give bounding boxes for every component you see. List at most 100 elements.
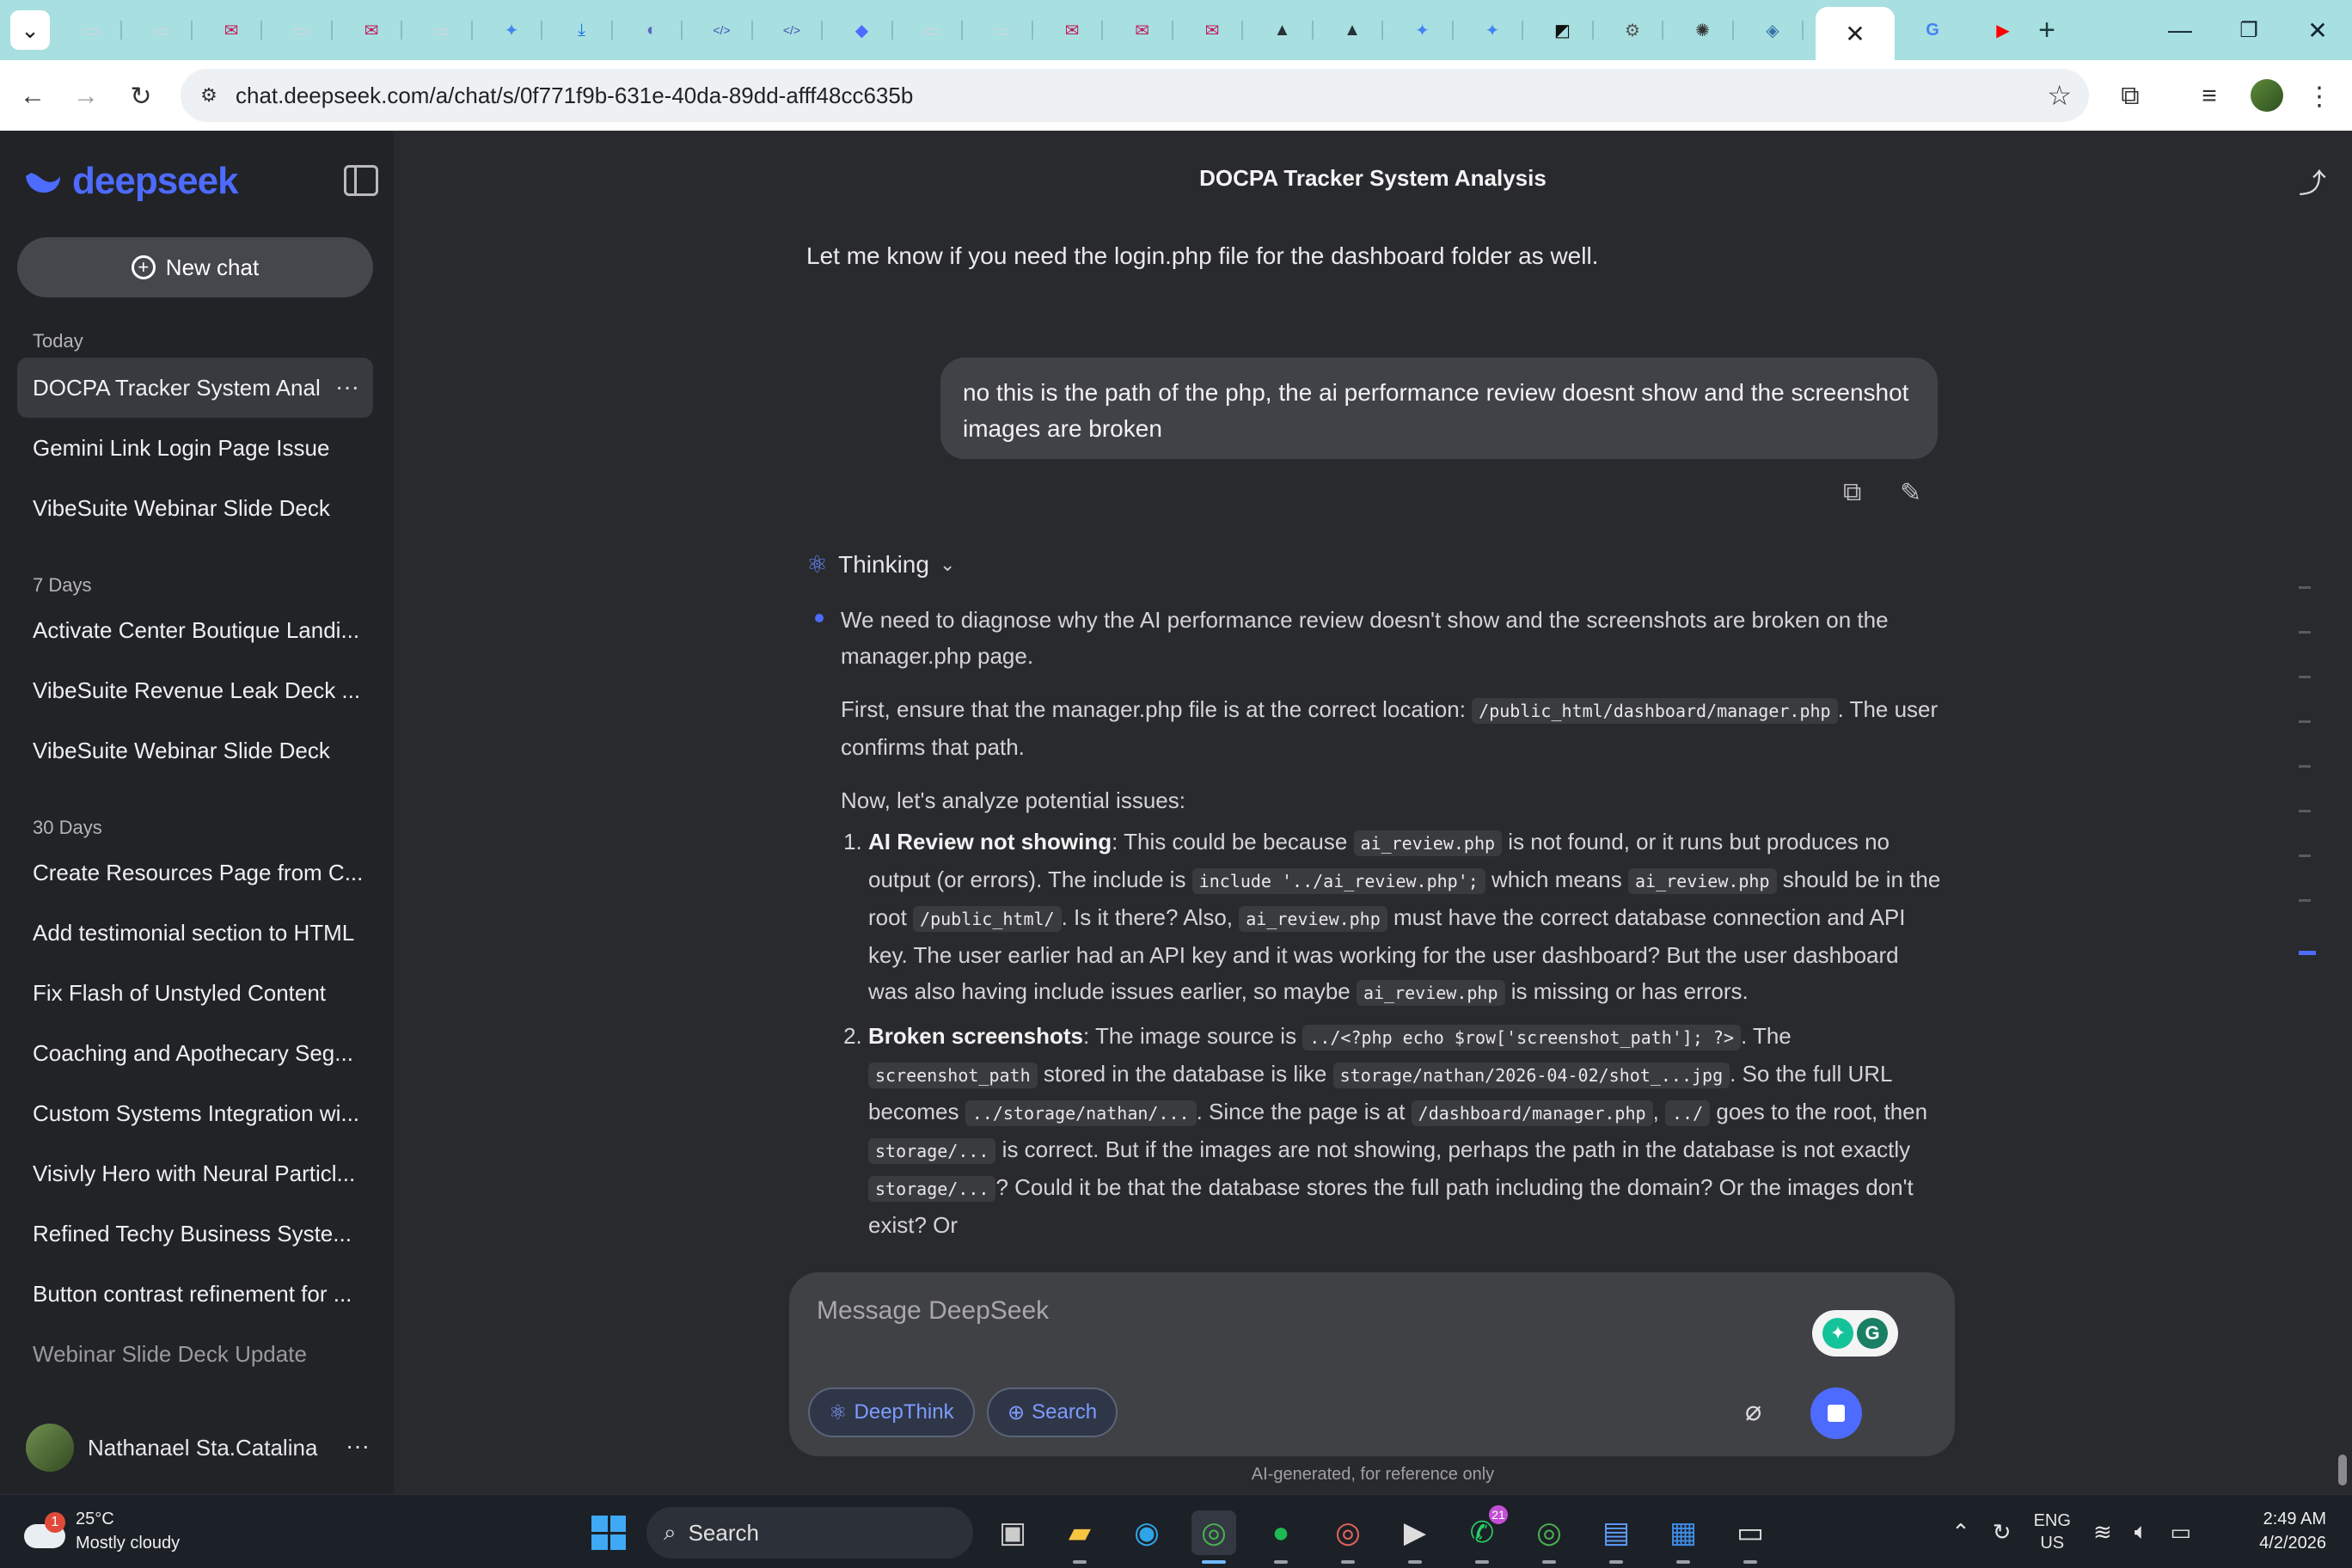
browser-tab[interactable]: ▶ <box>1972 12 2034 48</box>
weather-widget[interactable]: 1 25°C Mostly cloudy <box>24 1507 180 1555</box>
new-tab-button[interactable]: + <box>2029 12 2065 48</box>
back-button[interactable]: ← <box>14 77 52 115</box>
chrome-alt-icon[interactable]: ◎ <box>1527 1510 1571 1564</box>
media-control-button[interactable]: ≡ <box>2190 77 2228 115</box>
conversation-item[interactable]: Webinar Slide Deck Update <box>17 1324 373 1384</box>
nav-tick[interactable] <box>2299 765 2311 768</box>
chevron-up-icon[interactable]: ⌃ <box>1951 1519 1970 1546</box>
battery-icon[interactable]: ▭ <box>2170 1519 2191 1546</box>
terminal-icon[interactable]: ▭ <box>1728 1510 1773 1564</box>
browser-tab[interactable]: ▭ <box>411 12 473 48</box>
bookmark-star-icon[interactable]: ☆ <box>2047 79 2072 112</box>
conversation-item[interactable]: VibeSuite Webinar Slide Deck <box>17 720 373 781</box>
close-window-button[interactable]: ✕ <box>2292 12 2343 48</box>
nav-tick[interactable] <box>2299 586 2311 589</box>
windows-start-icon[interactable] <box>591 1516 626 1550</box>
browser-tab[interactable]: ✉ <box>340 12 402 48</box>
file-explorer-icon[interactable]: ▰ <box>1057 1510 1102 1564</box>
browser-tab[interactable]: ✉ <box>1112 12 1173 48</box>
remote-desktop-icon[interactable]: ▤ <box>1594 1510 1638 1564</box>
browser-tab[interactable]: ▭ <box>60 12 122 48</box>
spotify-icon[interactable]: ● <box>1259 1510 1303 1564</box>
conversation-item[interactable]: Coaching and Apothecary Seg... <box>17 1023 373 1083</box>
browser-tab[interactable]: ▭ <box>901 12 963 48</box>
more-horizontal-icon[interactable]: ··· <box>346 1432 370 1460</box>
browser-tab[interactable]: ◆ <box>831 12 893 48</box>
browser-tab[interactable]: ▲ <box>1321 12 1383 48</box>
scrollbar[interactable] <box>2338 1455 2347 1485</box>
conversation-item[interactable]: Gemini Link Login Page Issue <box>17 418 373 478</box>
volume-icon[interactable]: 🔈︎ <box>2135 1518 2148 1546</box>
conversation-item[interactable]: Activate Center Boutique Landi... <box>17 600 373 660</box>
browser-menu-button[interactable]: ⋮ <box>2300 77 2338 115</box>
media-player-icon[interactable]: ▶ <box>1393 1510 1437 1564</box>
url-text[interactable]: chat.deepseek.com/a/chat/s/0f771f9b-631e… <box>236 83 913 109</box>
copy-icon[interactable]: ⧉ <box>1843 478 1874 509</box>
browser-tab[interactable]: ◈ <box>1742 12 1804 48</box>
language-indicator[interactable]: ENG US <box>2034 1510 2071 1554</box>
browser-tab[interactable]: ✦ <box>481 12 542 48</box>
browser-tab[interactable]: ⤓ <box>551 12 613 48</box>
conversation-item[interactable]: Create Resources Page from C... <box>17 842 373 903</box>
browser-tab[interactable]: ✉ <box>1181 12 1243 48</box>
stop-generation-button[interactable] <box>1810 1387 1862 1439</box>
wifi-icon[interactable]: ≋ <box>2093 1519 2112 1546</box>
address-bar[interactable]: ⚙ chat.deepseek.com/a/chat/s/0f771f9b-63… <box>181 69 2089 122</box>
thinking-toggle[interactable]: ⚛ Thinking ⌄ <box>806 550 955 579</box>
browser-tab[interactable]: ▭ <box>131 12 193 48</box>
nav-tick[interactable] <box>2299 854 2311 857</box>
browser-tab[interactable]: ◐ <box>621 12 683 48</box>
chrome-profile-icon[interactable]: ◎ <box>1326 1510 1370 1564</box>
browser-tab[interactable]: ▭ <box>971 12 1033 48</box>
nav-tick[interactable] <box>2299 676 2311 678</box>
share-icon[interactable]: ⤴ <box>2299 162 2326 201</box>
user-profile[interactable]: Nathanael Sta.Catalina ··· <box>26 1420 370 1475</box>
extensions-button[interactable]: ⧉ <box>2111 77 2149 115</box>
message-input[interactable]: Message DeepSeek <box>817 1296 1049 1326</box>
browser-tab[interactable]: ▲ <box>1252 12 1314 48</box>
search-toggle[interactable]: ⊕ Search <box>987 1387 1118 1437</box>
site-info-icon[interactable]: ⚙ <box>194 81 224 110</box>
tab-search-button[interactable]: ⌄ <box>10 10 50 50</box>
browser-tab[interactable]: ✉ <box>1041 12 1103 48</box>
conversation-item[interactable]: VibeSuite Webinar Slide Deck <box>17 478 373 538</box>
grammarly-widget[interactable]: ✦ G <box>1812 1310 1898 1357</box>
browser-tab[interactable]: ◩ <box>1532 12 1594 48</box>
browser-tab[interactable]: </> <box>761 12 823 48</box>
more-horizontal-icon[interactable]: ··· <box>335 373 359 401</box>
browser-tab[interactable]: ▭ <box>271 12 333 48</box>
browser-tab[interactable]: ✉ <box>200 12 262 48</box>
nav-tick[interactable] <box>2299 810 2311 812</box>
edge-icon[interactable]: ◉ <box>1124 1510 1169 1555</box>
close-icon[interactable]: ✕ <box>1845 20 1865 48</box>
active-tab[interactable]: ✕ <box>1816 7 1895 60</box>
nav-tick-active[interactable] <box>2299 951 2316 955</box>
reload-button[interactable]: ↻ <box>122 77 160 115</box>
edit-icon[interactable]: ✎ <box>1900 478 1931 509</box>
nav-tick[interactable] <box>2299 720 2311 723</box>
conversation-item[interactable]: Visivly Hero with Neural Particl... <box>17 1143 373 1204</box>
chrome-icon[interactable]: ◎ <box>1191 1510 1236 1564</box>
browser-tab[interactable]: ✦ <box>1392 12 1454 48</box>
browser-tab[interactable]: ⚙ <box>1602 12 1663 48</box>
whatsapp-icon[interactable]: ✆ 21 <box>1460 1505 1508 1564</box>
profile-avatar[interactable] <box>2251 79 2283 112</box>
deepseek-logo[interactable]: deepseek <box>22 160 239 203</box>
notepad-icon[interactable]: ▦ <box>1661 1510 1706 1564</box>
nav-tick[interactable] <box>2299 899 2311 902</box>
conversation-item[interactable]: Fix Flash of Unstyled Content <box>17 963 373 1023</box>
minimize-button[interactable]: — <box>2154 12 2206 48</box>
conversation-item[interactable]: Add testimonial section to HTML <box>17 903 373 963</box>
sync-icon[interactable]: ↻ <box>1993 1519 2012 1546</box>
restore-button[interactable]: ❐ <box>2223 12 2275 48</box>
collapse-sidebar-icon[interactable] <box>344 165 378 196</box>
new-chat-button[interactable]: + New chat <box>17 237 373 297</box>
conversation-item[interactable]: VibeSuite Revenue Leak Deck ... <box>17 660 373 720</box>
deepthink-toggle[interactable]: ⚛ DeepThink <box>808 1387 975 1437</box>
task-view-icon[interactable]: ▣ <box>990 1510 1035 1555</box>
conversation-item[interactable]: DOCPA Tracker System Anal ··· <box>17 358 373 418</box>
conversation-item[interactable]: Button contrast refinement for ... <box>17 1264 373 1324</box>
clock[interactable]: 2:49 AM 4/2/2026 <box>2259 1507 2326 1555</box>
browser-tab[interactable]: ✦ <box>1461 12 1523 48</box>
nav-tick[interactable] <box>2299 631 2311 634</box>
